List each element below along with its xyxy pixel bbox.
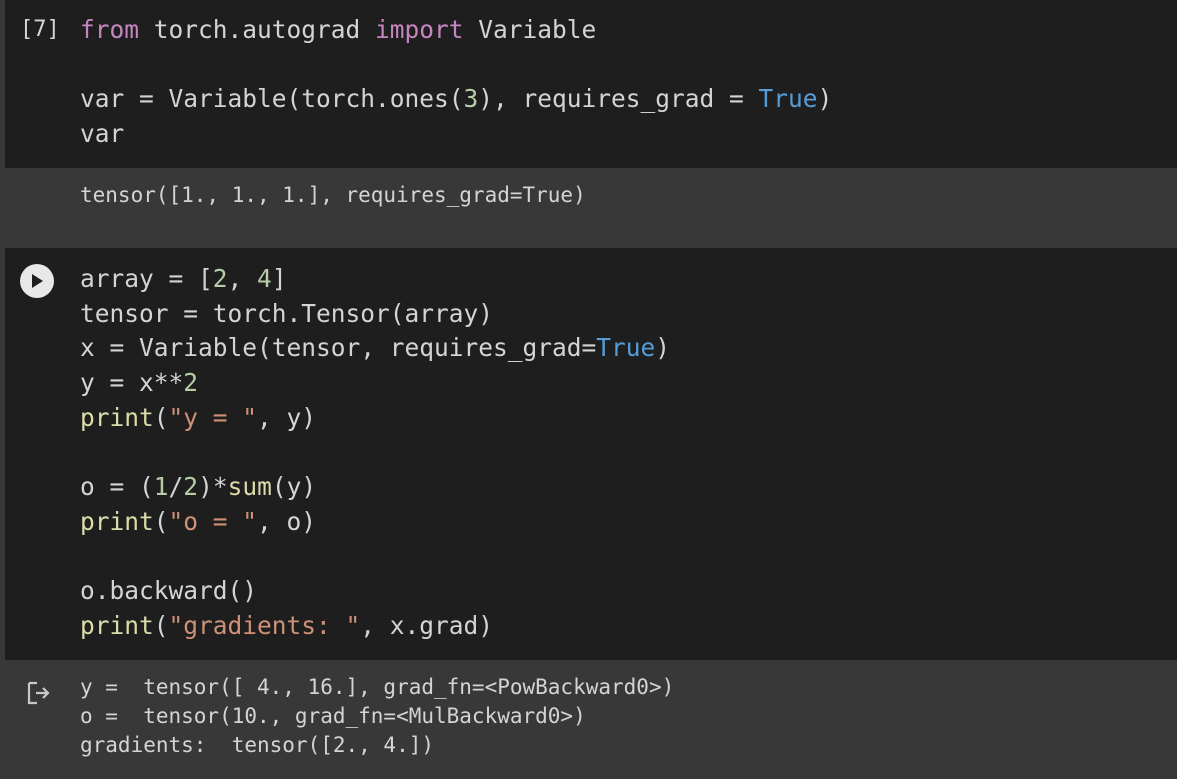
code-line[interactable]: tensor = torch.Tensor(array) [80,297,670,332]
code-token: o.backward() [80,576,258,606]
code-token: ), requires_grad = [478,84,759,114]
code-token: x = Variable(tensor, requires_grad= [80,333,597,363]
code-line[interactable]: y = x**2 [80,366,670,401]
code-token: o = ( [80,472,154,502]
code-token: print [80,610,154,640]
code-line[interactable]: var [80,117,832,152]
code-line[interactable]: from torch.autograd import Variable [80,13,832,48]
code-token: var [80,119,125,149]
output-redirect-icon[interactable] [26,680,52,706]
code-line[interactable]: print("y = ", y) [80,401,670,436]
code-token: Variable [463,15,597,44]
code-token: torch.autograd [139,15,376,44]
code-token: True [758,84,818,114]
code-line[interactable] [80,435,670,470]
code-token: 2 [183,368,199,398]
run-cell-button[interactable] [20,264,54,298]
code-token: "y = " [168,402,258,432]
code-token: 4 [257,264,272,293]
code-token: True [596,333,656,363]
code-token: 3 [463,84,479,114]
code-token: sum [227,472,272,502]
output-line: o = tensor(10., grad_fn=<MulBackward0>) [80,704,586,728]
code-token: import [375,15,464,44]
code-token: 2 [212,264,228,293]
code-line[interactable]: var = Variable(torch.ones(3), requires_g… [80,82,832,117]
code-line[interactable] [80,48,832,83]
code-token: (y) [271,472,317,502]
code-token: from [80,15,140,44]
code-token: y = x** [80,368,184,398]
output-line: y = tensor([ 4., 16.], grad_fn=<PowBackw… [80,675,675,699]
code-token: "gradients: " [168,610,361,640]
code-token: , [227,264,258,293]
output-line: tensor([1., 1., 1.], requires_grad=True) [80,183,586,207]
play-icon [32,274,43,288]
code-token: , x.grad) [360,610,494,640]
code-token: tensor = torch.Tensor(array) [80,298,494,328]
output-line: gradients: tensor([2., 4.]) [80,733,435,757]
output-lines-2: y = tensor([ 4., 16.], grad_fn=<PowBackw… [80,673,674,760]
code-token: 2 [183,472,199,502]
code-token: ( [153,402,169,432]
output-lines-1: tensor([1., 1., 1.], requires_grad=True) [80,181,586,210]
code-token: ) [655,333,671,363]
code-token: , o) [257,506,317,536]
code-token: ) [817,84,833,114]
code-lines-2[interactable]: array = [2, 4] tensor = torch.Tensor(arra… [80,262,670,644]
code-token: ] [271,264,287,293]
code-token: ( [153,506,169,536]
code-lines-1[interactable]: from torch.autograd import Variable var … [80,13,832,152]
code-token: ( [153,610,169,640]
code-line[interactable]: o = (1/2)*sum(y) [80,470,670,505]
code-line[interactable]: print("gradients: ", x.grad) [80,609,670,644]
code-line[interactable]: array = [2, 4] [80,262,670,297]
execution-count: [7] [20,17,60,42]
code-token: array = [ [80,264,213,293]
code-token: , y) [257,402,317,432]
code-token: "o = " [168,506,258,536]
code-cell-1: [7] from torch.autograd import Variable … [0,0,1177,246]
code-token: var = Variable(torch.ones( [80,84,464,114]
code-line[interactable] [80,540,670,575]
code-token: 1 [153,472,169,502]
code-token: print [80,506,154,536]
code-line[interactable]: print("o = ", o) [80,505,670,540]
code-line[interactable]: x = Variable(tensor, requires_grad=True) [80,331,670,366]
code-line[interactable]: o.backward() [80,574,670,609]
code-token: / [168,472,184,502]
code-token: print [80,402,154,432]
code-token: )* [198,472,228,502]
